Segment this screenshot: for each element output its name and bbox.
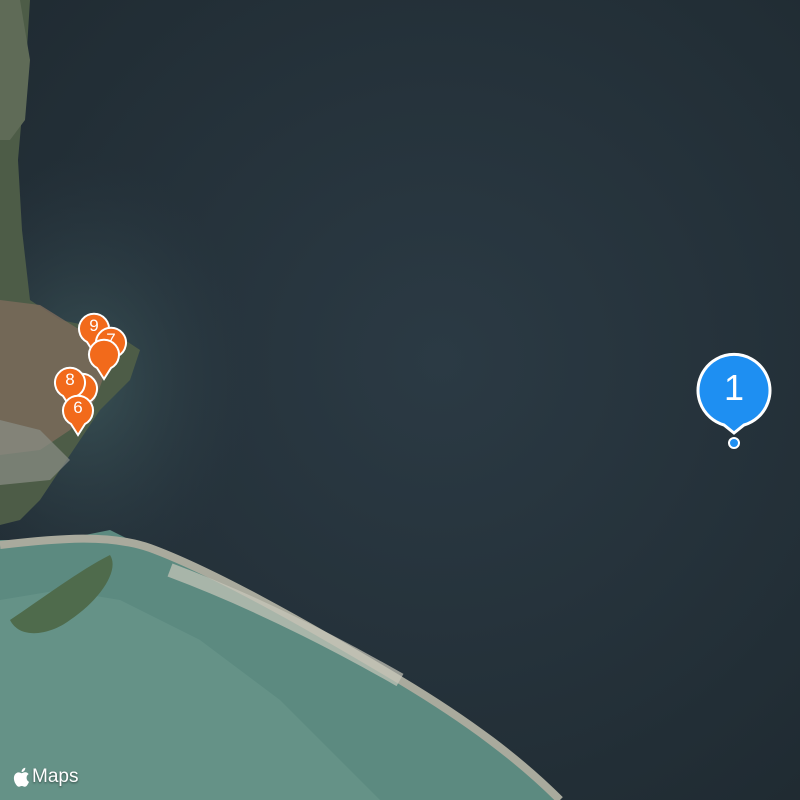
satellite-imagery — [0, 0, 800, 800]
attribution-text: Maps — [32, 766, 79, 787]
location-dot — [728, 437, 740, 449]
maps-attribution[interactable]: Maps — [12, 766, 78, 788]
pin-marker-icon — [696, 352, 772, 449]
map-view[interactable]: 9 7 8 6 1 Maps — [0, 0, 800, 800]
map-pin-1-selected[interactable]: 1 — [696, 352, 772, 449]
apple-logo-icon — [13, 767, 29, 787]
map-pin-6[interactable]: 6 — [62, 394, 94, 437]
pin-marker-icon — [62, 394, 94, 437]
